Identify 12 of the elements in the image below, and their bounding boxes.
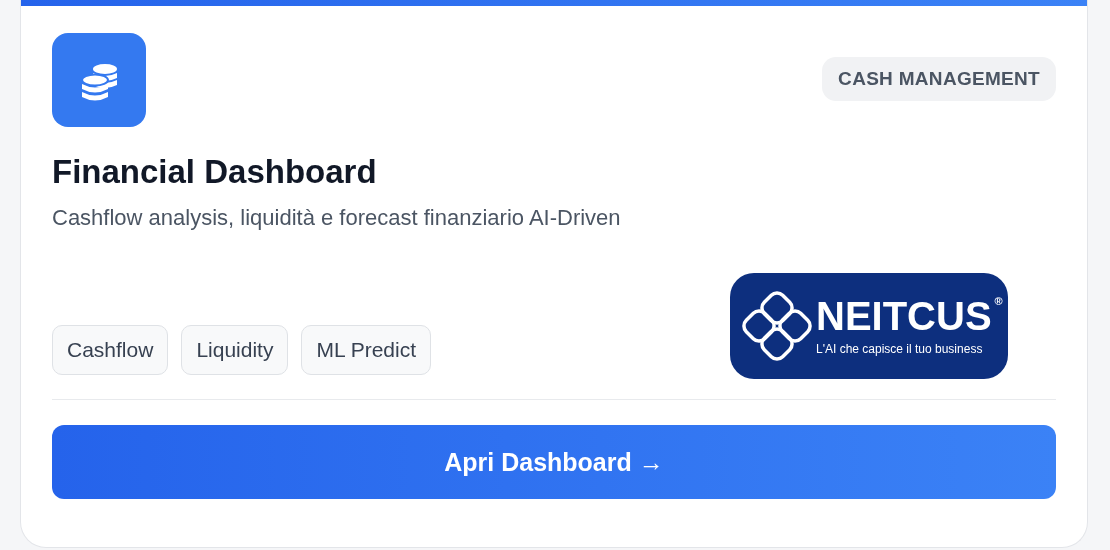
open-dashboard-button[interactable]: Apri Dashboard →	[52, 425, 1056, 499]
brand-tagline: L'AI che capisce il tuo business	[816, 342, 984, 356]
coins-icon	[52, 33, 146, 127]
tag-chip: Cashflow	[52, 325, 169, 375]
registered-mark: ®	[994, 296, 1003, 309]
knot-icon	[742, 291, 812, 361]
brand-name: NEITCUS	[816, 296, 992, 336]
category-badge: CASH MANAGEMENT	[822, 57, 1056, 101]
tag-chip: Liquidity	[181, 325, 289, 375]
tag-chip: ML Predict	[301, 325, 432, 375]
card-description: Cashflow analysis, liquidità e forecast finanziario AI-Driven	[52, 205, 622, 231]
card-title: Financial Dashboard	[52, 153, 378, 191]
